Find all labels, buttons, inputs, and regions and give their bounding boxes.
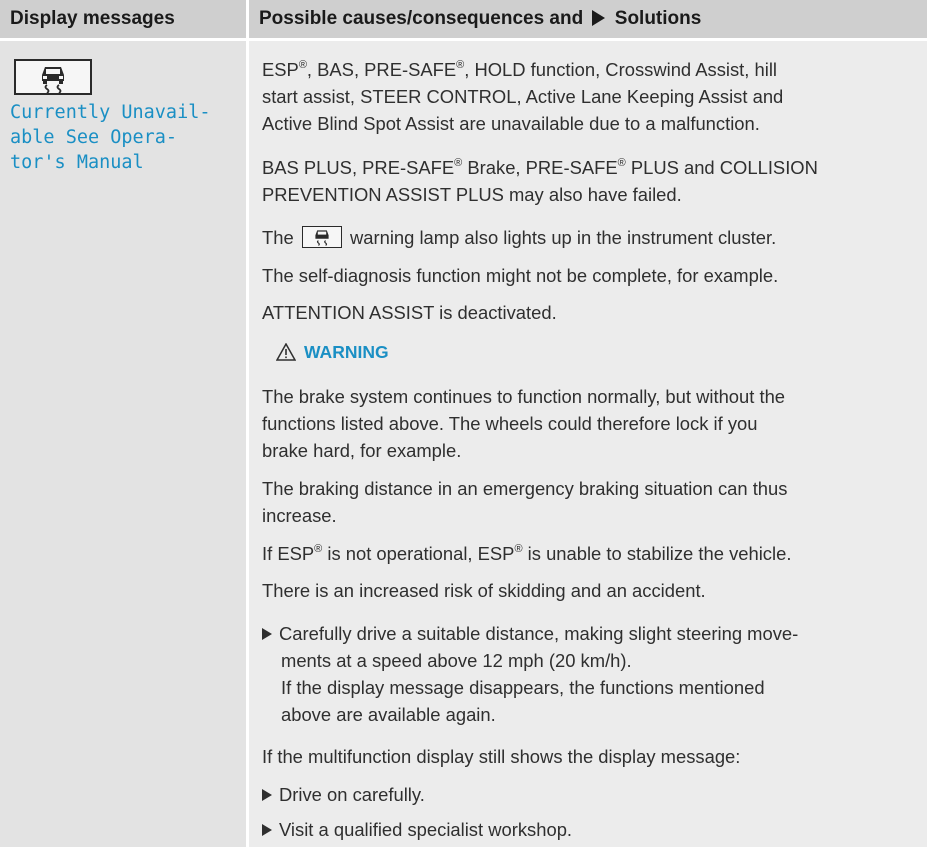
warning-line: brake hard, for example. — [262, 440, 462, 461]
display-message-line: Currently Unavail- — [10, 102, 211, 123]
step-arrow-icon — [262, 628, 272, 640]
body-line: BAS PLUS, PRE-SAFE® Brake, PRE-SAFE® PLU… — [262, 157, 818, 178]
header-causes-solutions: Possible causes/consequences and Solutio… — [249, 0, 927, 38]
esp-warning-lamp-icon — [301, 226, 342, 248]
warning-line: The brake system continues to function n… — [262, 386, 786, 407]
warning-line: functions listed above. The wheels could… — [262, 413, 758, 434]
header-display-messages: Display messages — [0, 0, 246, 38]
warning-line: There is an increased risk of skidding a… — [262, 580, 706, 601]
display-message-line: tor's Manual — [10, 152, 144, 173]
warning-line: The braking distance in an emergency bra… — [262, 478, 788, 499]
header-right-suffix: Solutions — [614, 8, 702, 29]
body-line: The self-diagnosis function might not be… — [262, 265, 779, 286]
body-line: If the multifunction display still shows… — [262, 746, 741, 767]
body-line: ESP®, BAS, PRE-SAFE®, HOLD function, Cro… — [262, 59, 777, 80]
warning-triangle-icon — [275, 342, 297, 361]
body-line: ATTENTION ASSIST is deactivated. — [262, 302, 557, 323]
step-line: above are available again. — [281, 704, 496, 725]
step-line: ments at a speed above 12 mph (20 km/h). — [281, 650, 632, 671]
body-line: Active Blind Spot Assist are unavailable… — [262, 113, 760, 134]
step-arrow-icon — [262, 789, 272, 801]
step-line: Drive on carefully. — [262, 781, 425, 808]
body-line: PREVENTION ASSIST PLUS may also have fai… — [262, 184, 682, 205]
display-message-text: Currently Unavail- able See Opera- tor's… — [10, 100, 244, 175]
solution-arrow-icon — [592, 10, 606, 26]
esp-skid-car-icon — [14, 59, 92, 95]
display-message-line: able See Opera- — [10, 127, 178, 148]
body-line: The warning lamp also lights up in the i… — [262, 226, 777, 248]
step-line: Visit a qualified specialist workshop. — [262, 816, 572, 843]
header-right-prefix: Possible causes/consequences and — [259, 8, 584, 29]
step-arrow-icon — [262, 824, 272, 836]
body-line: start assist, STEER CONTROL, Active Lane… — [262, 86, 784, 107]
step-line: Carefully drive a suitable distance, mak… — [262, 620, 798, 647]
warning-line: If ESP® is not operational, ESP® is unab… — [262, 543, 792, 564]
manual-table: Display messages Possible causes/consequ… — [0, 0, 927, 847]
display-message-column: Currently Unavail- able See Opera- tor's… — [0, 41, 246, 847]
warning-line: increase. — [262, 505, 337, 526]
warning-heading: WARNING — [275, 340, 389, 364]
step-line: If the display message disappears, the f… — [281, 677, 765, 698]
